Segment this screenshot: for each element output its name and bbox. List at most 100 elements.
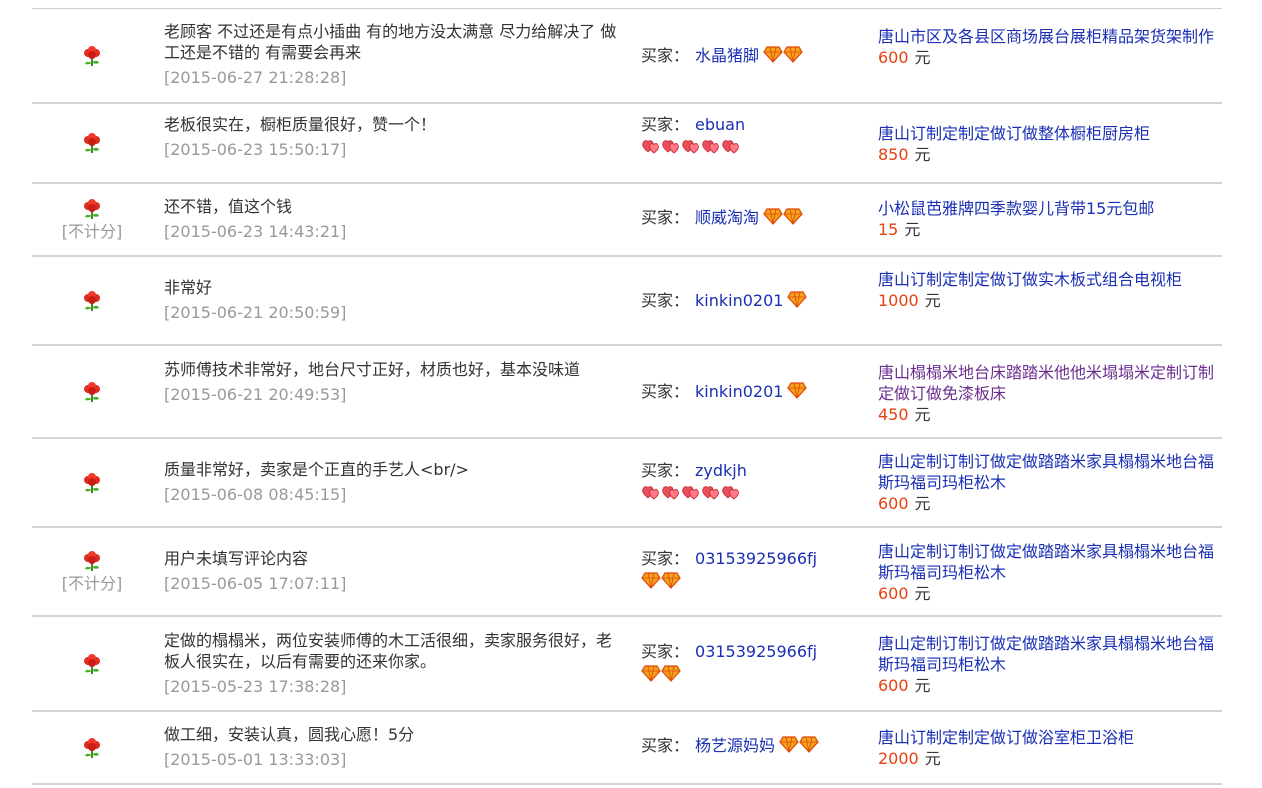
credit-diamond-icon[interactable] <box>787 290 808 308</box>
comment-cell: 定做的榻榻米，两位安装师傅的木工活很细，卖家服务很好，老板人很实在，以后有需要的… <box>164 630 624 697</box>
positive-rating-flower-icon <box>81 737 103 759</box>
credit-diamond-icon[interactable] <box>763 45 783 63</box>
price-value: 600 <box>878 494 909 513</box>
buyer-cell: 买家： kinkin0201 <box>641 290 851 311</box>
credit-heart-icon[interactable] <box>701 483 721 501</box>
review-date: [2015-06-27 21:28:28] <box>164 68 347 87</box>
review-comment: 做工细，安装认真，圆我心愿！5分 <box>164 725 415 744</box>
item-title-link[interactable]: 唐山订制定制定做订做浴室柜卫浴柜 <box>878 727 1218 748</box>
buyer-name-link[interactable]: 03153925966fj <box>695 549 817 568</box>
currency-label: 元 <box>924 291 941 310</box>
buyer-cell: 买家： 顺威淘淘 <box>641 207 851 228</box>
credit-heart-icon[interactable] <box>681 137 701 155</box>
item-title-link[interactable]: 唐山订制定制定做订做整体橱柜厨房柜 <box>878 123 1218 144</box>
credit-diamond-icon[interactable] <box>799 735 819 753</box>
item-price: 850 元 <box>878 144 1218 165</box>
comment-cell: 老板很实在，橱柜质量很好，赞一个！ [2015-06-23 15:50:17] <box>164 114 624 160</box>
buyer-cell: 买家： kinkin0201 <box>641 381 851 402</box>
buyer-name-link[interactable]: kinkin0201 <box>695 382 783 401</box>
rating-cell <box>32 9 152 102</box>
item-title-link[interactable]: 唐山订制定制定做订做实木板式组合电视柜 <box>878 269 1218 290</box>
buyer-name-link[interactable]: kinkin0201 <box>695 291 783 310</box>
credit-heart-icon[interactable] <box>681 483 701 501</box>
buyer-label: 买家： <box>641 291 690 310</box>
buyer-name-link[interactable]: ebuan <box>695 115 745 134</box>
credit-diamond-icon[interactable] <box>661 571 681 589</box>
buyer-credit-badges <box>763 45 803 63</box>
buyer-cell: 买家： 杨艺源妈妈 <box>641 735 851 756</box>
credit-diamond-icon[interactable] <box>763 207 783 225</box>
review-date: [2015-06-05 17:07:11] <box>164 574 347 593</box>
buyer-name-link[interactable]: 03153925966fj <box>695 642 817 661</box>
review-list: 老顾客 不过还是有点小插曲 有的地方没太满意 尽力给解决了 做工还是不错的 有需… <box>32 8 1222 785</box>
buyer-name-link[interactable]: 水晶猪脚 <box>695 46 759 65</box>
not-counted-label: [不计分] <box>61 573 123 593</box>
review-date: [2015-06-23 14:43:21] <box>164 222 347 241</box>
credit-diamond-icon[interactable] <box>783 207 803 225</box>
credit-heart-icon[interactable] <box>641 137 661 155</box>
credit-diamond-icon[interactable] <box>783 45 803 63</box>
item-cell: 唐山榻榻米地台床踏踏米他他米塌塌米定制订制定做订做免漆板床 450 元 <box>878 362 1218 425</box>
item-cell: 小松鼠芭雅牌四季款婴儿背带15元包邮 15 元 <box>878 198 1218 240</box>
review-comment: 老顾客 不过还是有点小插曲 有的地方没太满意 尽力给解决了 做工还是不错的 有需… <box>164 22 617 62</box>
credit-heart-icon[interactable] <box>641 483 661 501</box>
review-row: 老顾客 不过还是有点小插曲 有的地方没太满意 尽力给解决了 做工还是不错的 有需… <box>32 9 1222 104</box>
buyer-credit-badges <box>763 207 803 225</box>
currency-label: 元 <box>914 145 931 164</box>
buyer-label: 买家： <box>641 461 690 480</box>
item-price: 15 元 <box>878 219 1218 240</box>
buyer-name-link[interactable]: 顺威淘淘 <box>695 208 759 227</box>
credit-diamond-icon[interactable] <box>787 381 808 399</box>
credit-heart-icon[interactable] <box>661 483 681 501</box>
rating-cell <box>32 439 152 526</box>
currency-label: 元 <box>914 494 931 513</box>
review-comment: 定做的榻榻米，两位安装师傅的木工活很细，卖家服务很好，老板人很实在，以后有需要的… <box>164 631 613 671</box>
review-row: 质量非常好，卖家是个正直的手艺人<br/> [2015-06-08 08:45:1… <box>32 439 1222 528</box>
credit-heart-icon[interactable] <box>721 483 741 501</box>
buyer-cell: 买家： ebuan <box>641 114 851 155</box>
credit-diamond-icon[interactable] <box>661 664 681 682</box>
buyer-credit-badges <box>641 571 851 589</box>
buyer-name-link[interactable]: zydkjh <box>695 461 747 480</box>
review-comment: 非常好 <box>164 278 213 297</box>
item-price: 2000 元 <box>878 748 1218 769</box>
item-cell: 唐山定制订制订做定做踏踏米家具榻榻米地台福斯玛福司玛柜松木 600 元 <box>878 451 1218 514</box>
positive-rating-flower-icon <box>81 381 103 403</box>
item-title-link[interactable]: 唐山定制订制订做定做踏踏米家具榻榻米地台福斯玛福司玛柜松木 <box>878 451 1218 493</box>
comment-cell: 做工细，安装认真，圆我心愿！5分 [2015-05-01 13:33:03] <box>164 724 624 770</box>
item-title-link[interactable]: 唐山定制订制订做定做踏踏米家具榻榻米地台福斯玛福司玛柜松木 <box>878 541 1218 583</box>
review-comment: 用户未填写评论内容 <box>164 549 309 568</box>
currency-label: 元 <box>904 220 921 239</box>
positive-rating-flower-icon <box>81 653 103 675</box>
positive-rating-flower-icon <box>81 290 103 312</box>
credit-diamond-icon[interactable] <box>641 664 661 682</box>
buyer-label: 买家： <box>641 115 690 134</box>
credit-heart-icon[interactable] <box>701 137 721 155</box>
item-price: 600 元 <box>878 583 1218 604</box>
comment-cell: 苏师傅技术非常好，地台尺寸正好，材质也好，基本没味道 [2015-06-21 20… <box>164 359 624 405</box>
positive-rating-flower-icon <box>81 45 103 67</box>
item-title-link[interactable]: 唐山定制订制订做定做踏踏米家具榻榻米地台福斯玛福司玛柜松木 <box>878 633 1218 675</box>
review-date: [2015-06-08 08:45:15] <box>164 485 347 504</box>
price-value: 450 <box>878 405 909 424</box>
credit-heart-icon[interactable] <box>661 137 681 155</box>
item-cell: 唐山订制定制定做订做整体橱柜厨房柜 850 元 <box>878 123 1218 165</box>
review-date: [2015-06-23 15:50:17] <box>164 140 347 159</box>
price-value: 1000 <box>878 291 919 310</box>
item-price: 600 元 <box>878 47 1218 68</box>
item-title-link[interactable]: 唐山市区及各县区商场展台展柜精品架货架制作 <box>878 26 1218 47</box>
review-row: 定做的榻榻米，两位安装师傅的木工活很细，卖家服务很好，老板人很实在，以后有需要的… <box>32 617 1222 712</box>
item-cell: 唐山订制定制定做订做浴室柜卫浴柜 2000 元 <box>878 727 1218 769</box>
credit-diamond-icon[interactable] <box>641 571 661 589</box>
buyer-label: 买家： <box>641 46 690 65</box>
buyer-cell: 买家： 03153925966fj <box>641 641 851 682</box>
rating-cell: [不计分] <box>32 528 152 615</box>
currency-label: 元 <box>914 405 931 424</box>
review-row: [不计分] 还不错，值这个钱 [2015-06-23 14:43:21] 买家： 顺威淘… <box>32 184 1222 257</box>
price-value: 600 <box>878 48 909 67</box>
item-title-link[interactable]: 唐山榻榻米地台床踏踏米他他米塌塌米定制订制定做订做免漆板床 <box>878 362 1218 404</box>
item-title-link[interactable]: 小松鼠芭雅牌四季款婴儿背带15元包邮 <box>878 198 1218 219</box>
credit-heart-icon[interactable] <box>721 137 741 155</box>
credit-diamond-icon[interactable] <box>779 735 799 753</box>
buyer-name-link[interactable]: 杨艺源妈妈 <box>695 736 775 755</box>
